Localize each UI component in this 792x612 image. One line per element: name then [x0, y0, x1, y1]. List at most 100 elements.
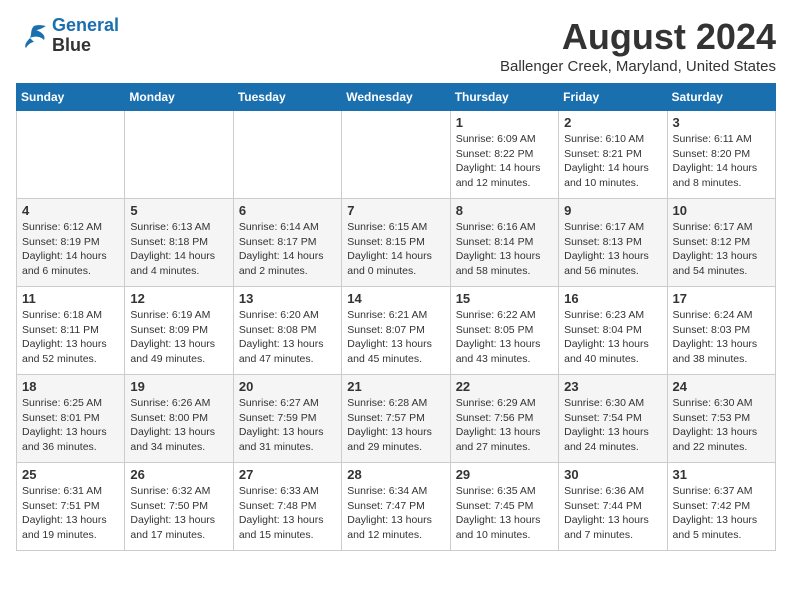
calendar-cell: 19 Sunrise: 6:26 AMSunset: 8:00 PMDayligh… — [125, 375, 233, 463]
calendar-cell: 12 Sunrise: 6:19 AMSunset: 8:09 PMDayligh… — [125, 287, 233, 375]
day-info: Sunrise: 6:22 AMSunset: 8:05 PMDaylight:… — [456, 308, 553, 367]
calendar-cell: 26 Sunrise: 6:32 AMSunset: 7:50 PMDayligh… — [125, 463, 233, 551]
calendar-cell: 18 Sunrise: 6:25 AMSunset: 8:01 PMDayligh… — [17, 375, 125, 463]
day-number: 26 — [130, 467, 227, 482]
day-info: Sunrise: 6:34 AMSunset: 7:47 PMDaylight:… — [347, 484, 444, 543]
day-info: Sunrise: 6:17 AMSunset: 8:12 PMDaylight:… — [673, 220, 770, 279]
calendar-cell: 15 Sunrise: 6:22 AMSunset: 8:05 PMDayligh… — [450, 287, 558, 375]
calendar-week-4: 18 Sunrise: 6:25 AMSunset: 8:01 PMDayligh… — [17, 375, 776, 463]
day-info: Sunrise: 6:33 AMSunset: 7:48 PMDaylight:… — [239, 484, 336, 543]
day-number: 19 — [130, 379, 227, 394]
calendar-week-3: 11 Sunrise: 6:18 AMSunset: 8:11 PMDayligh… — [17, 287, 776, 375]
day-info: Sunrise: 6:25 AMSunset: 8:01 PMDaylight:… — [22, 396, 119, 455]
calendar-cell — [125, 111, 233, 199]
logo-icon — [16, 22, 48, 50]
calendar-header-tuesday: Tuesday — [233, 84, 341, 111]
calendar-cell — [17, 111, 125, 199]
day-number: 29 — [456, 467, 553, 482]
day-number: 22 — [456, 379, 553, 394]
day-number: 2 — [564, 115, 661, 130]
day-number: 20 — [239, 379, 336, 394]
calendar-header-wednesday: Wednesday — [342, 84, 450, 111]
day-info: Sunrise: 6:09 AMSunset: 8:22 PMDaylight:… — [456, 132, 553, 191]
calendar-header-monday: Monday — [125, 84, 233, 111]
calendar-cell: 31 Sunrise: 6:37 AMSunset: 7:42 PMDayligh… — [667, 463, 775, 551]
calendar-cell: 25Sunrise: 6:31 AMSunset: 7:51 PMDayligh… — [17, 463, 125, 551]
calendar-cell: 5 Sunrise: 6:13 AMSunset: 8:18 PMDaylight… — [125, 199, 233, 287]
day-number: 28 — [347, 467, 444, 482]
day-info: Sunrise: 6:11 AMSunset: 8:20 PMDaylight:… — [673, 132, 770, 191]
calendar-cell: 28 Sunrise: 6:34 AMSunset: 7:47 PMDayligh… — [342, 463, 450, 551]
day-info: Sunrise: 6:19 AMSunset: 8:09 PMDaylight:… — [130, 308, 227, 367]
day-number: 30 — [564, 467, 661, 482]
day-number: 15 — [456, 291, 553, 306]
day-info: Sunrise: 6:30 AMSunset: 7:53 PMDaylight:… — [673, 396, 770, 455]
calendar-cell: 10 Sunrise: 6:17 AMSunset: 8:12 PMDayligh… — [667, 199, 775, 287]
day-number: 27 — [239, 467, 336, 482]
calendar-header-friday: Friday — [559, 84, 667, 111]
calendar-cell: 27 Sunrise: 6:33 AMSunset: 7:48 PMDayligh… — [233, 463, 341, 551]
calendar-week-5: 25Sunrise: 6:31 AMSunset: 7:51 PMDayligh… — [17, 463, 776, 551]
calendar-cell — [233, 111, 341, 199]
day-info: Sunrise: 6:13 AMSunset: 8:18 PMDaylight:… — [130, 220, 227, 279]
day-number: 1 — [456, 115, 553, 130]
page-header: General Blue August 2024 Ballenger Creek… — [16, 16, 776, 75]
day-number: 6 — [239, 203, 336, 218]
calendar-cell: 24 Sunrise: 6:30 AMSunset: 7:53 PMDayligh… — [667, 375, 775, 463]
day-number: 10 — [673, 203, 770, 218]
calendar-cell: 17Sunrise: 6:24 AMSunset: 8:03 PMDayligh… — [667, 287, 775, 375]
day-info: Sunrise: 6:21 AMSunset: 8:07 PMDaylight:… — [347, 308, 444, 367]
day-info: Sunrise: 6:15 AMSunset: 8:15 PMDaylight:… — [347, 220, 444, 279]
day-number: 13 — [239, 291, 336, 306]
day-number: 24 — [673, 379, 770, 394]
logo: General Blue — [16, 16, 119, 56]
day-info: Sunrise: 6:28 AMSunset: 7:57 PMDaylight:… — [347, 396, 444, 455]
day-info: Sunrise: 6:30 AMSunset: 7:54 PMDaylight:… — [564, 396, 661, 455]
day-number: 12 — [130, 291, 227, 306]
day-number: 23 — [564, 379, 661, 394]
day-number: 11 — [22, 291, 119, 306]
calendar-cell: 29 Sunrise: 6:35 AMSunset: 7:45 PMDayligh… — [450, 463, 558, 551]
day-info: Sunrise: 6:27 AMSunset: 7:59 PMDaylight:… — [239, 396, 336, 455]
calendar-cell — [342, 111, 450, 199]
day-info: Sunrise: 6:18 AMSunset: 8:11 PMDaylight:… — [22, 308, 119, 367]
day-info: Sunrise: 6:37 AMSunset: 7:42 PMDaylight:… — [673, 484, 770, 543]
day-number: 14 — [347, 291, 444, 306]
day-number: 8 — [456, 203, 553, 218]
day-number: 7 — [347, 203, 444, 218]
day-info: Sunrise: 6:26 AMSunset: 8:00 PMDaylight:… — [130, 396, 227, 455]
day-info: Sunrise: 6:17 AMSunset: 8:13 PMDaylight:… — [564, 220, 661, 279]
day-number: 18 — [22, 379, 119, 394]
calendar-cell: 3 Sunrise: 6:11 AMSunset: 8:20 PMDaylight… — [667, 111, 775, 199]
calendar-week-1: 1 Sunrise: 6:09 AMSunset: 8:22 PMDaylight… — [17, 111, 776, 199]
day-info: Sunrise: 6:20 AMSunset: 8:08 PMDaylight:… — [239, 308, 336, 367]
day-info: Sunrise: 6:23 AMSunset: 8:04 PMDaylight:… — [564, 308, 661, 367]
day-number: 16 — [564, 291, 661, 306]
calendar-cell: 4 Sunrise: 6:12 AMSunset: 8:19 PMDaylight… — [17, 199, 125, 287]
day-number: 31 — [673, 467, 770, 482]
calendar-cell: 2 Sunrise: 6:10 AMSunset: 8:21 PMDaylight… — [559, 111, 667, 199]
calendar-cell: 14 Sunrise: 6:21 AMSunset: 8:07 PMDayligh… — [342, 287, 450, 375]
calendar-header-row: SundayMondayTuesdayWednesdayThursdayFrid… — [17, 84, 776, 111]
day-number: 4 — [22, 203, 119, 218]
day-info: Sunrise: 6:16 AMSunset: 8:14 PMDaylight:… — [456, 220, 553, 279]
day-number: 3 — [673, 115, 770, 130]
calendar-cell: 8 Sunrise: 6:16 AMSunset: 8:14 PMDaylight… — [450, 199, 558, 287]
day-number: 9 — [564, 203, 661, 218]
day-info: Sunrise: 6:31 AMSunset: 7:51 PMDaylight:… — [22, 484, 119, 543]
calendar-header-sunday: Sunday — [17, 84, 125, 111]
day-info: Sunrise: 6:35 AMSunset: 7:45 PMDaylight:… — [456, 484, 553, 543]
day-number: 5 — [130, 203, 227, 218]
calendar-cell: 7 Sunrise: 6:15 AMSunset: 8:15 PMDaylight… — [342, 199, 450, 287]
day-info: Sunrise: 6:12 AMSunset: 8:19 PMDaylight:… — [22, 220, 119, 279]
day-info: Sunrise: 6:14 AMSunset: 8:17 PMDaylight:… — [239, 220, 336, 279]
title-block: August 2024 Ballenger Creek, Maryland, U… — [500, 16, 776, 75]
calendar-cell: 20 Sunrise: 6:27 AMSunset: 7:59 PMDayligh… — [233, 375, 341, 463]
calendar-cell: 30Sunrise: 6:36 AMSunset: 7:44 PMDayligh… — [559, 463, 667, 551]
day-info: Sunrise: 6:32 AMSunset: 7:50 PMDaylight:… — [130, 484, 227, 543]
day-info: Sunrise: 6:10 AMSunset: 8:21 PMDaylight:… — [564, 132, 661, 191]
day-number: 21 — [347, 379, 444, 394]
calendar-cell: 1 Sunrise: 6:09 AMSunset: 8:22 PMDaylight… — [450, 111, 558, 199]
calendar-cell: 6 Sunrise: 6:14 AMSunset: 8:17 PMDaylight… — [233, 199, 341, 287]
calendar-cell: 23 Sunrise: 6:30 AMSunset: 7:54 PMDayligh… — [559, 375, 667, 463]
